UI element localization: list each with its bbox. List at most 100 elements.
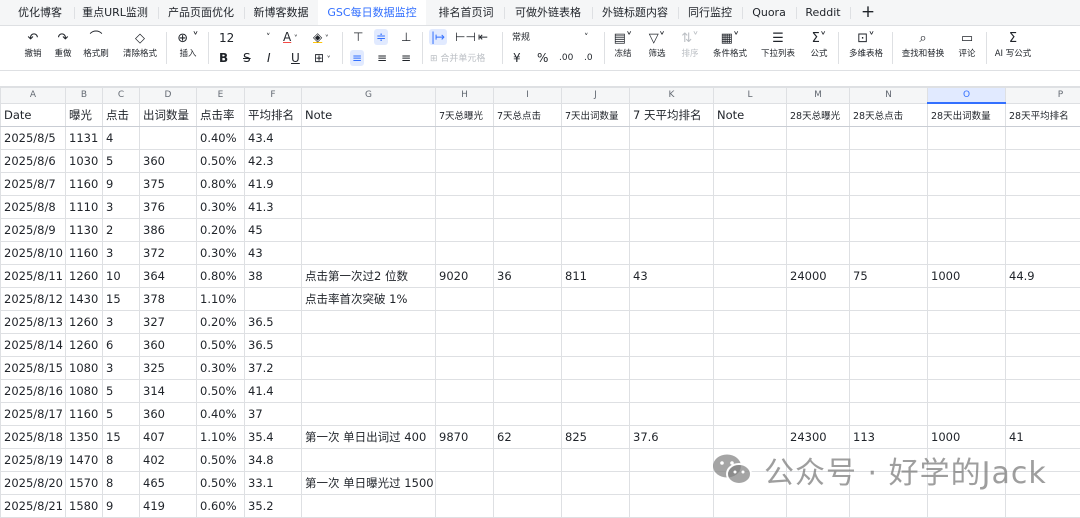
table-cell[interactable] [494, 311, 562, 334]
table-cell[interactable] [630, 196, 714, 219]
ai-formula-button[interactable]: ΣAI 写公式 [992, 30, 1034, 60]
table-cell[interactable]: 113 [850, 426, 928, 449]
percent-button[interactable]: % [537, 50, 548, 66]
table-cell[interactable] [1006, 242, 1080, 265]
table-cell[interactable]: 2025/8/12 [1, 288, 66, 311]
table-cell[interactable] [630, 173, 714, 196]
header-cell[interactable]: Date [1, 103, 66, 127]
table-cell[interactable]: 378 [140, 288, 197, 311]
find-replace-button[interactable]: ⌕查找和替换 [898, 30, 948, 60]
italic-button[interactable]: I [267, 50, 271, 66]
table-cell[interactable]: 37.6 [630, 426, 714, 449]
table-cell[interactable] [302, 380, 436, 403]
table-cell[interactable]: 4 [103, 127, 140, 150]
table-cell[interactable] [140, 127, 197, 150]
table-cell[interactable] [928, 150, 1006, 173]
table-cell[interactable]: 0.30% [197, 357, 245, 380]
table-cell[interactable] [302, 173, 436, 196]
redo-button[interactable]: ↷重做 [50, 30, 76, 60]
table-cell[interactable]: 1000 [928, 426, 1006, 449]
table-cell[interactable] [562, 288, 630, 311]
table-cell[interactable] [436, 334, 494, 357]
overflow-icon[interactable]: |↦ [429, 29, 447, 45]
table-cell[interactable] [494, 196, 562, 219]
table-cell[interactable] [714, 380, 787, 403]
undo-button[interactable]: ↶撤销 [20, 30, 46, 60]
table-cell[interactable]: 3 [103, 357, 140, 380]
clip-icon[interactable]: ⊢⊣ [455, 29, 476, 45]
table-cell[interactable]: 15 [103, 426, 140, 449]
table-cell[interactable] [850, 242, 928, 265]
align-bottom-icon[interactable]: ⊥ [401, 29, 411, 45]
table-cell[interactable]: 0.80% [197, 265, 245, 288]
table-cell[interactable]: 1160 [66, 173, 103, 196]
table-cell[interactable] [787, 242, 850, 265]
table-cell[interactable] [714, 173, 787, 196]
table-cell[interactable] [1006, 334, 1080, 357]
table-cell[interactable] [562, 495, 630, 518]
strikethrough-button[interactable]: S [243, 50, 251, 66]
table-cell[interactable] [562, 311, 630, 334]
table-cell[interactable]: 1110 [66, 196, 103, 219]
table-cell[interactable] [928, 403, 1006, 426]
table-cell[interactable] [494, 495, 562, 518]
pivot-table-button[interactable]: ⊡˅多维表格 [844, 30, 888, 60]
table-cell[interactable] [1006, 288, 1080, 311]
increase-decimal-button[interactable]: .0 [584, 50, 593, 66]
conditional-format-button[interactable]: ▦˅条件格式 [708, 30, 752, 60]
table-cell[interactable] [850, 334, 928, 357]
table-cell[interactable]: 360 [140, 150, 197, 173]
table-cell[interactable] [630, 127, 714, 150]
table-cell[interactable] [436, 449, 494, 472]
header-cell[interactable]: 平均排名 [245, 103, 302, 127]
table-cell[interactable] [928, 173, 1006, 196]
table-cell[interactable]: 2025/8/16 [1, 380, 66, 403]
table-cell[interactable] [714, 150, 787, 173]
column-header-j[interactable]: J [562, 88, 630, 104]
table-cell[interactable] [302, 127, 436, 150]
table-cell[interactable] [630, 219, 714, 242]
table-cell[interactable] [562, 472, 630, 495]
header-cell[interactable]: 28天出词数量 [928, 103, 1006, 127]
header-cell[interactable]: 28天总曝光 [787, 103, 850, 127]
table-cell[interactable] [1006, 150, 1080, 173]
table-cell[interactable] [850, 127, 928, 150]
table-cell[interactable] [714, 334, 787, 357]
table-cell[interactable] [494, 219, 562, 242]
filter-button[interactable]: ▽˅筛选 [642, 30, 672, 60]
header-cell[interactable]: 7天总点击 [494, 103, 562, 127]
table-cell[interactable] [436, 288, 494, 311]
table-cell[interactable]: 3 [103, 311, 140, 334]
table-cell[interactable]: 37.2 [245, 357, 302, 380]
table-cell[interactable] [714, 426, 787, 449]
table-cell[interactable] [928, 219, 1006, 242]
table-cell[interactable]: 1080 [66, 380, 103, 403]
table-cell[interactable]: 0.50% [197, 380, 245, 403]
table-cell[interactable]: 1.10% [197, 426, 245, 449]
table-cell[interactable] [787, 334, 850, 357]
table-cell[interactable]: 1430 [66, 288, 103, 311]
table-cell[interactable]: 2025/8/8 [1, 196, 66, 219]
formula-bar[interactable] [0, 71, 1080, 87]
table-cell[interactable] [630, 495, 714, 518]
header-cell[interactable]: Note [714, 103, 787, 127]
table-cell[interactable] [928, 242, 1006, 265]
tab-product-page[interactable]: 产品页面优化 [162, 0, 240, 25]
table-cell[interactable] [436, 357, 494, 380]
table-cell[interactable]: 376 [140, 196, 197, 219]
number-format-select[interactable]: 常规 [512, 30, 530, 46]
column-header-l[interactable]: L [714, 88, 787, 104]
table-cell[interactable]: 0.50% [197, 472, 245, 495]
table-cell[interactable] [302, 449, 436, 472]
column-header-k[interactable]: K [630, 88, 714, 104]
table-cell[interactable] [714, 288, 787, 311]
table-cell[interactable]: 点击第一次过2 位数 [302, 265, 436, 288]
table-cell[interactable] [787, 380, 850, 403]
table-cell[interactable]: 2025/8/11 [1, 265, 66, 288]
table-cell[interactable]: 36 [494, 265, 562, 288]
table-cell[interactable] [436, 219, 494, 242]
table-cell[interactable]: 3 [103, 196, 140, 219]
column-header-i[interactable]: I [494, 88, 562, 104]
column-header-p[interactable]: P [1006, 88, 1080, 104]
table-cell[interactable]: 325 [140, 357, 197, 380]
